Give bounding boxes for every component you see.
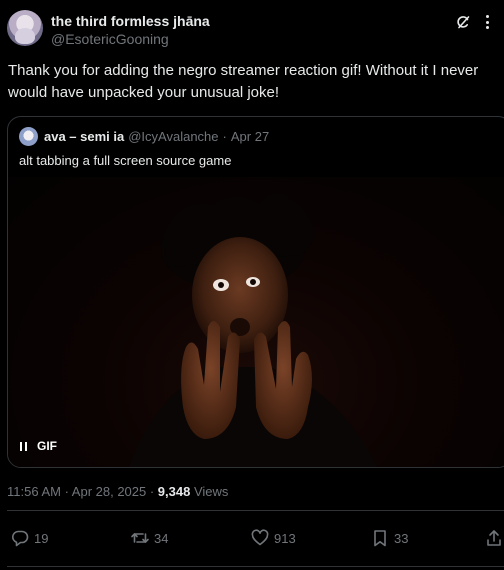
bookmark-icon bbox=[374, 530, 386, 547]
quoted-handle: @IcyAvalanche bbox=[128, 129, 219, 144]
views-count: 9,348 bbox=[157, 484, 191, 499]
divider bbox=[7, 510, 504, 511]
quoted-header: ava – semi ia @IcyAvalanche · Apr 27 bbox=[19, 127, 269, 146]
avatar[interactable] bbox=[7, 10, 43, 46]
quoted-date: Apr 27 bbox=[230, 129, 270, 144]
author-display-name[interactable]: the third formless jhāna bbox=[51, 12, 210, 30]
tweet-text: Thank you for adding the negro streamer … bbox=[8, 62, 479, 101]
bookmark-count: 33 bbox=[394, 530, 409, 546]
pause-icon[interactable] bbox=[20, 441, 27, 451]
gif-badge: GIF bbox=[37, 439, 57, 453]
action-bar: 19 34 913 33 bbox=[0, 524, 504, 552]
tweet[interactable]: the third formless jhāna @EsotericGoonin… bbox=[0, 0, 504, 570]
bookmark-button[interactable]: 33 bbox=[370, 524, 408, 552]
grok-icon[interactable] bbox=[455, 14, 471, 30]
like-button[interactable]: 913 bbox=[250, 524, 296, 552]
repost-count: 34 bbox=[154, 530, 169, 546]
timestamp[interactable]: 11:56 AM · Apr 28, 2025 · bbox=[7, 484, 158, 499]
reply-icon bbox=[12, 530, 29, 547]
share-icon bbox=[487, 530, 501, 546]
views-label: Views bbox=[190, 484, 229, 499]
author-names: the third formless jhāna @EsotericGoonin… bbox=[51, 12, 210, 50]
reply-count: 19 bbox=[34, 530, 49, 546]
like-count: 913 bbox=[274, 530, 296, 546]
more-icon[interactable] bbox=[478, 12, 496, 32]
gif-controls: GIF bbox=[20, 439, 57, 453]
repost-button[interactable]: 34 bbox=[130, 524, 168, 552]
quoted-tweet[interactable]: ava – semi ia @IcyAvalanche · Apr 27 alt… bbox=[7, 116, 504, 468]
quoted-display-name: ava – semi ia bbox=[44, 129, 125, 144]
streamer-gif-image bbox=[128, 192, 377, 467]
gif-media[interactable]: GIF bbox=[8, 177, 504, 467]
like-icon bbox=[251, 529, 269, 546]
bottom-divider bbox=[7, 566, 504, 567]
tweet-meta: 11:56 AM · Apr 28, 2025 · 9,348 Views bbox=[7, 484, 228, 499]
repost-icon bbox=[131, 533, 149, 543]
author-handle[interactable]: @EsotericGooning bbox=[51, 30, 210, 48]
quoted-avatar[interactable] bbox=[19, 127, 38, 146]
quoted-text: alt tabbing a full screen source game bbox=[19, 153, 232, 168]
quoted-separator: · bbox=[222, 129, 227, 144]
tweet-header: the third formless jhāna @EsotericGoonin… bbox=[7, 10, 504, 50]
reply-button[interactable]: 19 bbox=[10, 524, 48, 552]
share-button[interactable] bbox=[484, 524, 504, 552]
